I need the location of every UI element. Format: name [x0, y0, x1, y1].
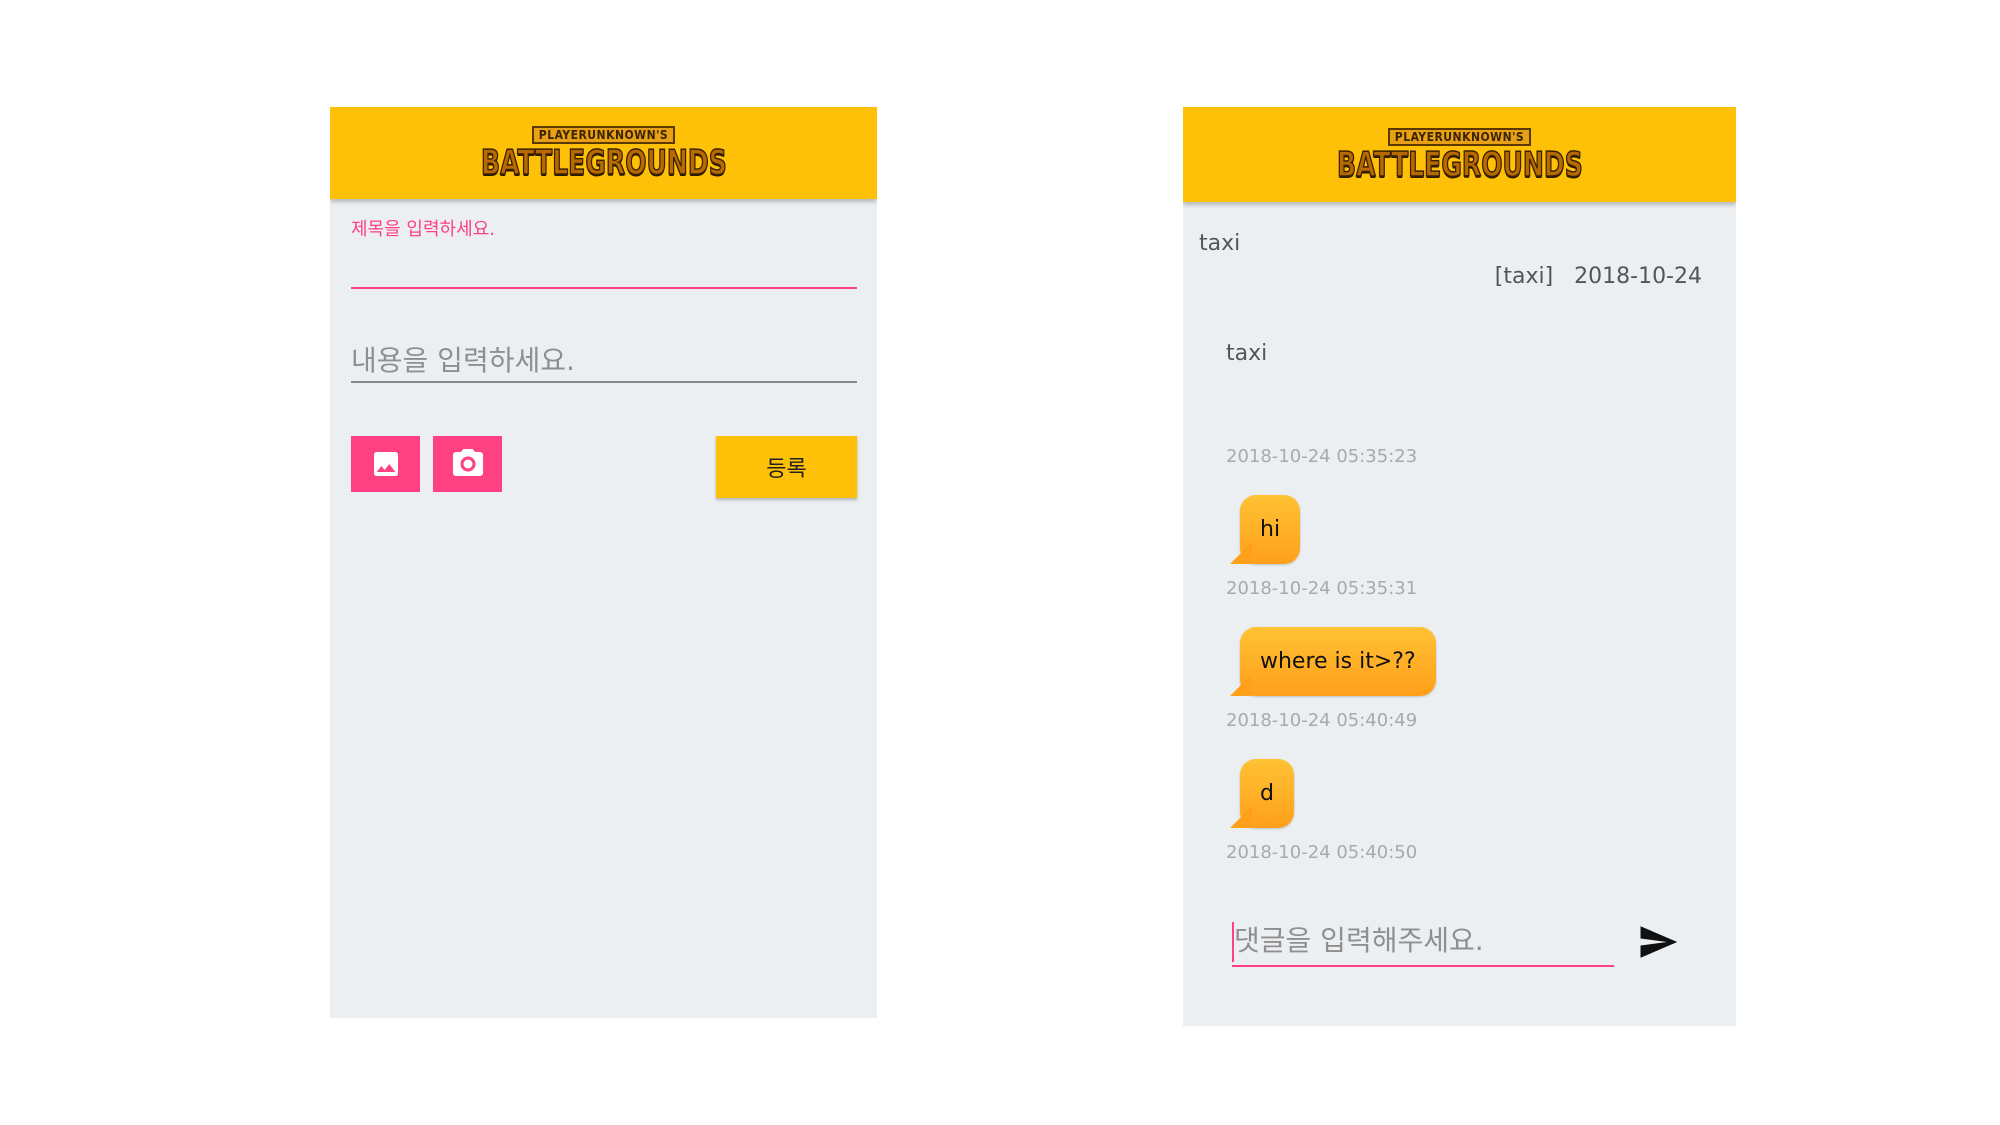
send-icon	[1640, 926, 1678, 958]
logo-top-text: PLAYERUNKNOWN'S	[1387, 127, 1532, 146]
comment-input[interactable]	[1232, 915, 1614, 967]
post-date: 2018-10-24	[1574, 264, 1702, 289]
app-bar: PLAYERUNKNOWN'S BATTLEGROUNDS	[330, 107, 877, 199]
logo-main-text: BATTLEGROUNDS	[1336, 144, 1583, 185]
title-input[interactable]	[351, 245, 857, 289]
post-detail-screen: PLAYERUNKNOWN'S BATTLEGROUNDS taxi [taxi…	[1183, 107, 1736, 1026]
write-post-screen: PLAYERUNKNOWN'S BATTLEGROUNDS 제목을 입력하세요.…	[330, 107, 877, 1018]
text-cursor	[1232, 922, 1234, 962]
comment-bubble: d	[1230, 759, 1294, 828]
gallery-button[interactable]	[351, 436, 420, 492]
comment-timestamp: 2018-10-24 05:40:50	[1226, 842, 1418, 863]
comment-timestamp: 2018-10-24 05:35:31	[1226, 578, 1418, 599]
comment-bubble: hi	[1229, 495, 1301, 564]
camera-button[interactable]	[433, 436, 502, 492]
content-input[interactable]	[351, 339, 857, 383]
send-button[interactable]	[1634, 918, 1682, 966]
logo-main-text: BATTLEGROUNDS	[480, 143, 727, 183]
post-timestamp: 2018-10-24 05:35:23	[1226, 446, 1418, 467]
title-floating-label: 제목을 입력하세요.	[351, 219, 495, 240]
post-meta: [taxi] 2018-10-24	[1495, 264, 1702, 289]
battlegrounds-logo: PLAYERUNKNOWN'S BATTLEGROUNDS	[1310, 127, 1610, 185]
comment-timestamp: 2018-10-24 05:40:49	[1226, 710, 1418, 731]
app-bar: PLAYERUNKNOWN'S BATTLEGROUNDS	[1183, 107, 1736, 202]
post-category: [taxi]	[1494, 264, 1554, 289]
post-body: taxi	[1226, 341, 1268, 366]
register-button[interactable]: 등록	[716, 436, 857, 498]
battlegrounds-logo: PLAYERUNKNOWN'S BATTLEGROUNDS	[454, 126, 754, 183]
post-title: taxi	[1199, 231, 1241, 256]
logo-top-text: PLAYERUNKNOWN'S	[531, 126, 676, 144]
camera-icon	[452, 449, 483, 476]
comment-bubble: where is it>??	[1230, 627, 1436, 696]
image-icon	[373, 452, 398, 476]
